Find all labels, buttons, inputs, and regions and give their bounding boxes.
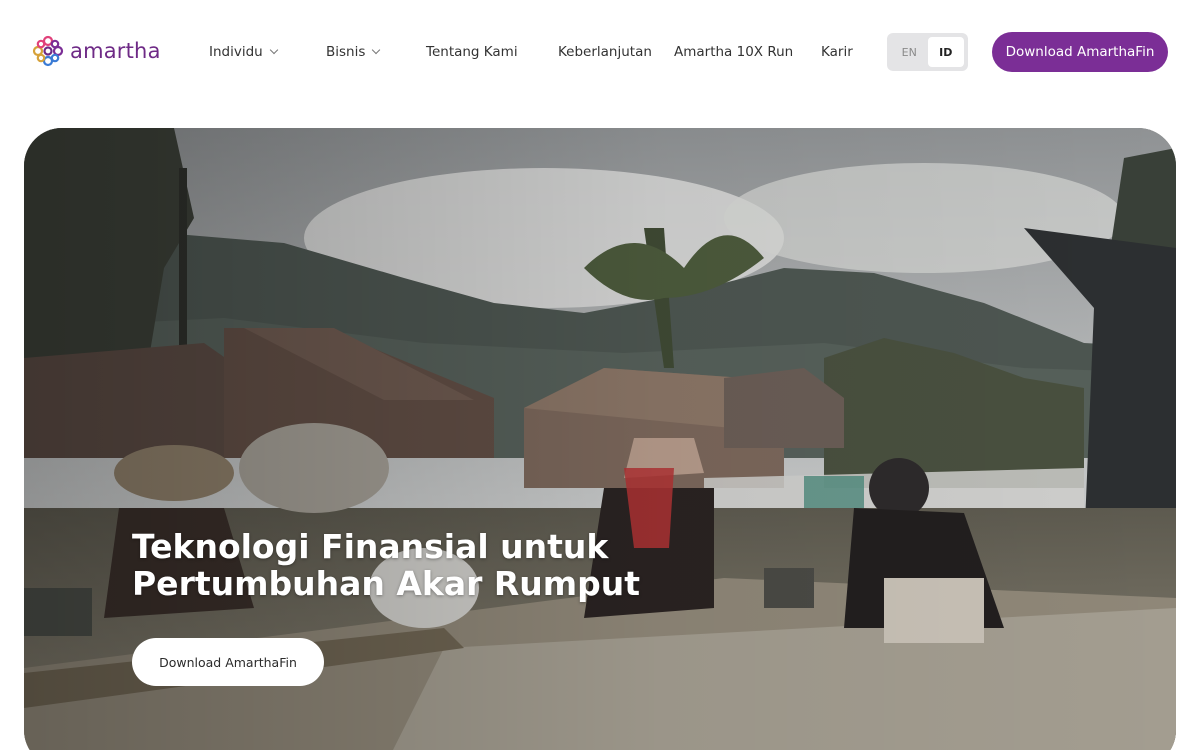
hero-download-button[interactable]: Download AmarthaFin	[132, 638, 324, 686]
brand-logo[interactable]: amartha	[32, 35, 161, 67]
nav-item-label: Individu	[209, 44, 263, 60]
nav-item-label: Amartha 10X Run	[674, 44, 794, 60]
nav-item-label: Karir	[821, 44, 853, 60]
language-option-id[interactable]: ID	[927, 37, 964, 67]
download-app-button[interactable]: Download AmarthaFin	[992, 32, 1168, 72]
chevron-down-icon	[372, 45, 381, 55]
brand-name: amartha	[70, 39, 161, 63]
hero-title-line-1: Teknologi Finansial untuk	[132, 527, 609, 566]
hero-title: Teknologi Finansial untuk Pertumbuhan Ak…	[132, 528, 640, 602]
language-option-en[interactable]: EN	[891, 37, 928, 67]
site-header: amartha Individu Bisnis Tentang Kami Keb…	[0, 0, 1200, 106]
nav-item-label: Tentang Kami	[426, 44, 518, 60]
hero-banner: Teknologi Finansial untuk Pertumbuhan Ak…	[24, 128, 1176, 750]
nav-item-karir[interactable]: Karir	[821, 44, 853, 60]
nav-item-tentang-kami[interactable]: Tentang Kami	[426, 44, 518, 60]
nav-item-keberlanjutan[interactable]: Keberlanjutan	[558, 44, 652, 60]
amartha-flower-icon	[32, 35, 64, 67]
hero-title-line-2: Pertumbuhan Akar Rumput	[132, 564, 641, 603]
nav-item-bisnis[interactable]: Bisnis	[326, 44, 381, 60]
chevron-down-icon	[269, 45, 278, 55]
language-switcher: EN ID	[887, 33, 968, 71]
nav-item-label: Keberlanjutan	[558, 44, 652, 60]
nav-item-label: Bisnis	[326, 44, 366, 60]
nav-item-individu[interactable]: Individu	[209, 44, 278, 60]
nav-item-amartha-10x-run[interactable]: Amartha 10X Run	[674, 44, 793, 60]
